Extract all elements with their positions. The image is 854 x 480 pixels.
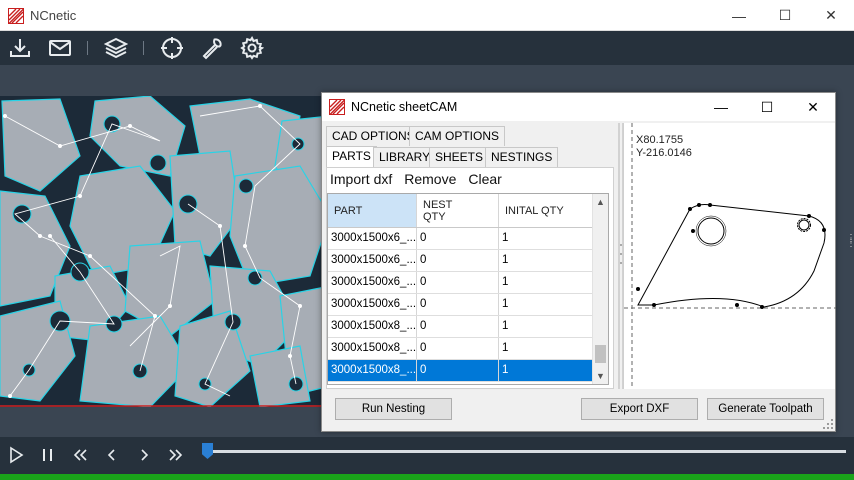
remove-menu[interactable]: Remove: [404, 171, 456, 193]
part-preview-panel[interactable]: X80.1755 Y-216.0146: [623, 123, 836, 389]
table-row[interactable]: 3000x1500x6_... 0 1: [328, 250, 594, 272]
tab-library[interactable]: LIBRARY: [373, 147, 437, 167]
app-logo-icon: [8, 8, 24, 24]
clear-menu[interactable]: Clear: [468, 171, 501, 193]
tab-parts[interactable]: PARTS: [326, 146, 377, 168]
toolbar-divider: [87, 41, 88, 55]
cell-part[interactable]: 3000x1500x8_...: [328, 360, 417, 381]
close-button[interactable]: ✕: [808, 0, 854, 31]
sheetcam-dialog: NCnetic sheetCAM — ☐ ✕ CAD OPTIONS CAM O…: [321, 92, 836, 432]
cell-part[interactable]: 3000x1500x6_...: [328, 250, 417, 271]
column-header-nest-qty[interactable]: NEST QTY: [417, 194, 499, 227]
main-toolbar: [0, 31, 854, 65]
dialog-maximize-button[interactable]: ☐: [744, 93, 790, 121]
cell-nest-qty[interactable]: 0: [417, 228, 499, 249]
resize-grip-icon[interactable]: [823, 419, 833, 429]
table-row[interactable]: 3000x1500x6_... 0 1: [328, 272, 594, 294]
window-title: NCnetic: [30, 8, 77, 23]
cell-initial-qty[interactable]: 1: [499, 294, 594, 315]
table-row[interactable]: 3000x1500x6_... 0 1: [328, 294, 594, 316]
play-icon[interactable]: [6, 445, 26, 465]
close-icon: ✕: [825, 7, 837, 23]
table-row[interactable]: 3000x1500x8_... 0 1: [328, 338, 594, 360]
wrench-icon[interactable]: [200, 36, 224, 60]
tab-sheets[interactable]: SHEETS: [429, 147, 490, 167]
minimize-button[interactable]: —: [716, 0, 762, 31]
part-preview-drawing: [624, 123, 836, 389]
cell-nest-qty[interactable]: 0: [417, 338, 499, 359]
status-indicator-bar: [0, 474, 854, 480]
scroll-down-icon[interactable]: ▼: [593, 368, 608, 384]
generate-toolpath-button[interactable]: Generate Toolpath: [707, 398, 824, 420]
scrollbar-thumb[interactable]: [595, 345, 606, 363]
toolbar-divider: [143, 41, 144, 55]
playback-bar: [0, 437, 854, 474]
dialog-close-button[interactable]: ✕: [790, 93, 836, 121]
nesting-parts-drawing: [0, 96, 330, 407]
cell-initial-qty[interactable]: 1: [499, 316, 594, 337]
cell-initial-qty[interactable]: 1: [499, 360, 594, 381]
step-back-icon[interactable]: [102, 445, 122, 465]
cell-nest-qty[interactable]: 0: [417, 294, 499, 315]
step-forward-icon[interactable]: [134, 445, 154, 465]
maximize-button[interactable]: ☐: [762, 0, 808, 31]
cell-nest-qty[interactable]: 0: [417, 316, 499, 337]
fast-forward-icon[interactable]: [166, 445, 186, 465]
mail-icon[interactable]: [48, 36, 72, 60]
cell-nest-qty[interactable]: 0: [417, 272, 499, 293]
scroll-up-icon[interactable]: ▲: [593, 194, 608, 210]
download-icon[interactable]: [8, 36, 32, 60]
layers-icon[interactable]: [104, 36, 128, 60]
cell-nest-qty[interactable]: 0: [417, 250, 499, 271]
tab-cam-options[interactable]: CAM OPTIONS: [409, 126, 506, 146]
dialog-title-bar: NCnetic sheetCAM — ☐ ✕: [322, 93, 835, 121]
app-logo-icon: [329, 99, 345, 115]
cell-nest-qty[interactable]: 0: [417, 360, 499, 381]
dialog-minimize-button[interactable]: —: [698, 93, 744, 121]
parts-table[interactable]: PART NEST QTY INITAL QTY 3000x1500x6_...…: [327, 193, 609, 385]
cell-initial-qty[interactable]: 1: [499, 338, 594, 359]
cell-part[interactable]: 3000x1500x6_...: [328, 272, 417, 293]
minimize-icon: —: [714, 99, 728, 115]
maximize-icon: ☐: [778, 7, 792, 23]
cell-part[interactable]: 3000x1500x8_...: [328, 316, 417, 337]
table-row[interactable]: 3000x1500x6_... 0 1: [328, 228, 594, 250]
table-header: PART NEST QTY INITAL QTY: [328, 194, 594, 228]
table-row[interactable]: 3000x1500x8_... 0 1: [328, 360, 594, 382]
title-bar: NCnetic — ☐ ✕: [0, 0, 854, 31]
tab-cad-options[interactable]: CAD OPTIONS: [326, 126, 421, 146]
panel-resize-handle[interactable]: ⋮ ⋮: [846, 234, 854, 249]
gear-icon[interactable]: [240, 36, 264, 60]
cell-initial-qty[interactable]: 1: [499, 228, 594, 249]
parts-menu: Import dxf Remove Clear: [330, 171, 502, 193]
dialog-title: NCnetic sheetCAM: [351, 100, 458, 114]
table-scrollbar[interactable]: ▲ ▼: [592, 194, 608, 384]
nesting-sheet-view[interactable]: [0, 96, 330, 407]
minimize-icon: —: [732, 7, 746, 24]
pause-icon[interactable]: [38, 445, 58, 465]
table-row[interactable]: 3000x1500x8_... 0 1: [328, 316, 594, 338]
export-dxf-button[interactable]: Export DXF: [581, 398, 698, 420]
cell-part[interactable]: 3000x1500x6_...: [328, 294, 417, 315]
run-nesting-button[interactable]: Run Nesting: [335, 398, 452, 420]
cell-part[interactable]: 3000x1500x6_...: [328, 228, 417, 249]
import-dxf-menu[interactable]: Import dxf: [330, 171, 392, 193]
crosshair-icon[interactable]: [160, 36, 184, 60]
cell-initial-qty[interactable]: 1: [499, 250, 594, 271]
column-header-initial-qty[interactable]: INITAL QTY: [499, 194, 594, 227]
playback-progress-track[interactable]: [210, 450, 846, 453]
column-header-part[interactable]: PART: [328, 194, 417, 227]
cell-initial-qty[interactable]: 1: [499, 272, 594, 293]
cell-part[interactable]: 3000x1500x8_...: [328, 338, 417, 359]
tab-nestings[interactable]: NESTINGS: [485, 147, 559, 167]
maximize-icon: ☐: [760, 98, 774, 115]
close-icon: ✕: [807, 98, 819, 115]
rewind-icon[interactable]: [70, 445, 90, 465]
